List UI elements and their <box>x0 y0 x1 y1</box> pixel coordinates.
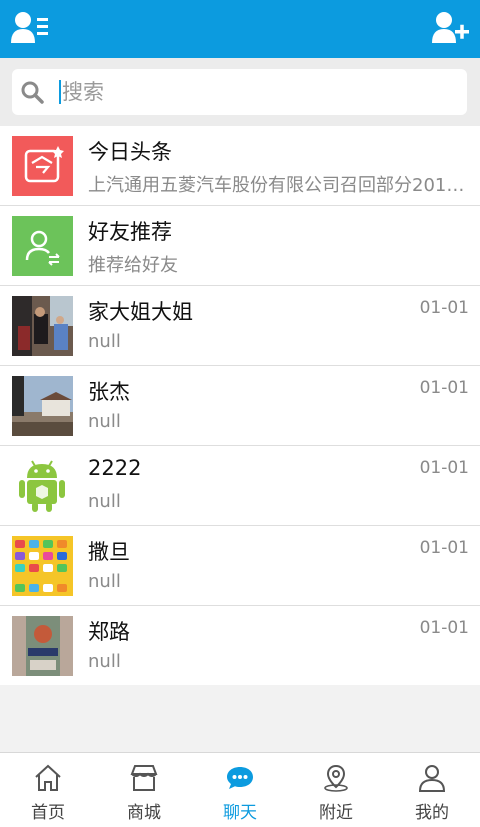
search-icon <box>21 81 44 104</box>
search-area <box>0 58 480 126</box>
chat-row-toutiao[interactable]: 今日头条 上汽通用五菱汽车股份有限公司召回部分2012年款宝骏630汽车 <box>0 126 480 206</box>
chat-row[interactable]: 撒旦 null 01-01 <box>0 526 480 606</box>
profile-icon <box>418 765 446 792</box>
tab-nearby[interactable]: 附近 <box>288 753 384 827</box>
chat-preview: null <box>88 571 121 592</box>
search-input[interactable] <box>62 75 452 109</box>
chat-time: 01-01 <box>419 538 469 558</box>
add-user-icon[interactable] <box>430 10 470 46</box>
tab-home[interactable]: 首页 <box>0 753 96 827</box>
chat-preview: null <box>88 331 121 352</box>
shop-icon <box>130 765 158 791</box>
chat-name: 2222 <box>88 456 142 480</box>
avatar <box>12 616 73 676</box>
avatar <box>12 376 73 436</box>
friend-recommend-icon <box>12 216 73 276</box>
contacts-icon[interactable] <box>10 10 50 46</box>
chat-preview: 推荐给好友 <box>88 255 178 276</box>
chat-icon <box>227 767 253 789</box>
tab-shop[interactable]: 商城 <box>96 753 192 827</box>
text-cursor <box>59 80 61 104</box>
tab-label: 我的 <box>415 803 449 823</box>
chat-list: 今日头条 上汽通用五菱汽车股份有限公司召回部分2012年款宝骏630汽车 好友推… <box>0 126 480 685</box>
toutiao-icon <box>12 136 73 196</box>
top-bar <box>0 0 480 58</box>
android-icon <box>12 456 73 516</box>
chat-row-friend-recommend[interactable]: 好友推荐 推荐给好友 <box>0 206 480 286</box>
chat-preview: null <box>88 491 121 512</box>
chat-row[interactable]: 张杰 null 01-01 <box>0 366 480 446</box>
chat-row[interactable]: 家大姐大姐 null 01-01 <box>0 286 480 366</box>
tab-chat[interactable]: 聊天 <box>192 753 288 827</box>
tab-profile[interactable]: 我的 <box>384 753 480 827</box>
chat-preview: null <box>88 651 121 672</box>
chat-time: 01-01 <box>419 618 469 638</box>
chat-name: 家大姐大姐 <box>88 300 193 324</box>
chat-preview: 上汽通用五菱汽车股份有限公司召回部分2012年款宝骏630汽车 <box>88 175 470 196</box>
home-icon <box>35 764 61 791</box>
bottom-tab-bar: 首页 商城 聊天 附近 我的 <box>0 752 480 827</box>
avatar <box>12 296 73 356</box>
chat-time: 01-01 <box>419 458 469 478</box>
chat-preview: null <box>88 411 121 432</box>
chat-name: 好友推荐 <box>88 220 172 244</box>
chat-time: 01-01 <box>419 378 469 398</box>
chat-row[interactable]: 2222 null 01-01 <box>0 446 480 526</box>
chat-name: 张杰 <box>88 380 130 404</box>
search-box[interactable] <box>12 69 467 115</box>
chat-row[interactable]: 郑路 null 01-01 <box>0 606 480 685</box>
tab-label: 商城 <box>127 803 161 823</box>
avatar <box>12 536 73 596</box>
chat-name: 郑路 <box>88 620 130 644</box>
chat-time: 01-01 <box>419 298 469 318</box>
tab-label: 首页 <box>31 803 65 823</box>
chat-name: 今日头条 <box>88 140 172 164</box>
chat-name: 撒旦 <box>88 540 130 564</box>
tab-label: 附近 <box>319 803 353 823</box>
location-icon <box>324 764 348 792</box>
tab-label: 聊天 <box>223 803 257 823</box>
